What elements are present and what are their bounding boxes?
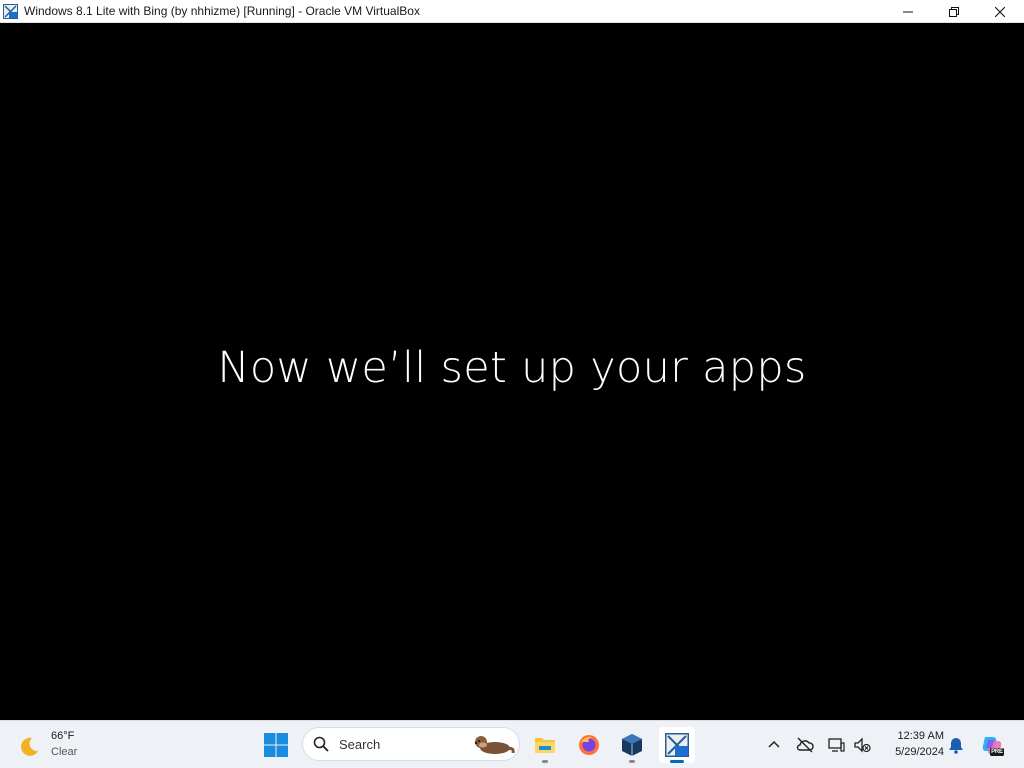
weather-condition: Clear bbox=[51, 746, 78, 758]
otter-illustration-icon bbox=[474, 736, 515, 754]
bell-icon[interactable] bbox=[946, 735, 966, 755]
cloud-offline-icon[interactable] bbox=[795, 735, 815, 755]
display-icon[interactable] bbox=[826, 735, 846, 755]
restore-button[interactable] bbox=[931, 0, 977, 23]
taskbar: 66°F Clear Search 12:39 AM 5/29/2024 PRE bbox=[0, 720, 1024, 768]
windows-logo-icon bbox=[264, 733, 288, 757]
close-button[interactable] bbox=[977, 0, 1023, 23]
weather-widget[interactable]: 66°F Clear bbox=[14, 727, 104, 763]
taskbar-virtualbox[interactable] bbox=[614, 727, 650, 763]
volume-muted-icon[interactable] bbox=[852, 735, 872, 755]
close-icon bbox=[995, 6, 1005, 17]
folder-icon bbox=[535, 738, 555, 753]
taskbar-windows-vm[interactable] bbox=[659, 727, 695, 763]
title-bar[interactable]: Windows 8.1 Lite with Bing (by nhhizme) … bbox=[0, 0, 1024, 23]
copilot-button[interactable]: PRE bbox=[980, 733, 1004, 757]
search-icon bbox=[313, 736, 329, 752]
moon-icon bbox=[21, 737, 38, 756]
virtualbox-vm-icon[interactable] bbox=[3, 4, 18, 19]
virtualbox-window: Windows 8.1 Lite with Bing (by nhhizme) … bbox=[0, 0, 1024, 720]
setup-message: Now we’ll set up your apps bbox=[217, 343, 807, 393]
taskbar-search[interactable]: Search bbox=[302, 727, 520, 761]
minimize-icon bbox=[903, 11, 913, 12]
virtualbox-icon bbox=[622, 734, 642, 756]
minimize-button[interactable] bbox=[885, 0, 931, 23]
vm-display[interactable]: Now we’ll set up your apps bbox=[0, 23, 1024, 720]
chevron-up-icon[interactable] bbox=[764, 735, 784, 755]
weather-temperature: 66°F bbox=[51, 730, 75, 742]
taskbar-firefox[interactable] bbox=[571, 727, 607, 763]
search-label: Search bbox=[339, 737, 381, 752]
taskbar-file-explorer[interactable] bbox=[527, 727, 563, 763]
copilot-badge: PRE bbox=[991, 749, 1003, 755]
firefox-icon bbox=[579, 735, 599, 755]
clock-time[interactable]: 12:39 AM bbox=[884, 730, 944, 742]
running-indicator bbox=[629, 760, 635, 763]
start-button[interactable] bbox=[260, 729, 292, 761]
active-indicator bbox=[670, 760, 684, 763]
running-indicator bbox=[542, 760, 548, 763]
virtualbox-vm-icon bbox=[665, 733, 689, 757]
clock-date[interactable]: 5/29/2024 bbox=[874, 746, 944, 758]
restore-icon bbox=[949, 6, 959, 17]
window-title: Windows 8.1 Lite with Bing (by nhhizme) … bbox=[24, 4, 420, 18]
